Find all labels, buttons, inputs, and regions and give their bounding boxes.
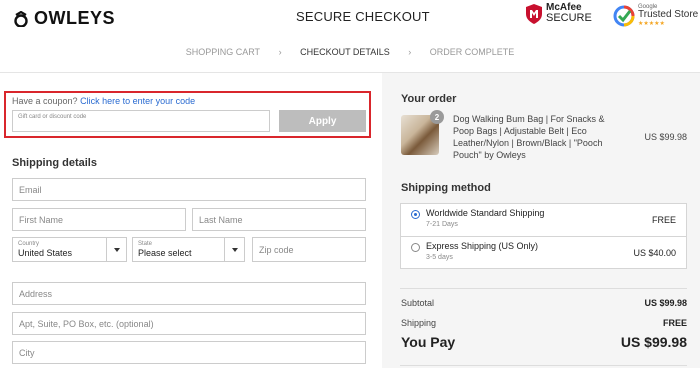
- apartment-field[interactable]: Apt, Suite, PO Box, etc. (optional): [12, 312, 366, 335]
- summary-bottom-divider: [400, 365, 687, 366]
- quantity-badge: 2: [430, 110, 444, 124]
- coupon-code-input[interactable]: Gift card or discount code: [12, 110, 270, 132]
- address-field[interactable]: Address: [12, 282, 366, 305]
- product-name: Dog Walking Bum Bag | For Snacks & Poop …: [453, 114, 605, 160]
- rating-stars: ★★★★★: [638, 21, 665, 27]
- your-order-title: Your order: [401, 93, 457, 105]
- trusted-store-label: Trusted Store: [638, 9, 699, 20]
- zip-code-field[interactable]: Zip code: [252, 237, 366, 262]
- coupon-prompt-line: Have a coupon? Click here to enter your …: [12, 96, 195, 106]
- shipping-options: Worldwide Standard Shipping 7-21 Days FR…: [400, 203, 687, 269]
- shipping-option-express[interactable]: Express Shipping (US Only) 3-5 days US $…: [401, 236, 686, 269]
- state-select[interactable]: State Please select: [132, 237, 245, 262]
- shipping-option-standard[interactable]: Worldwide Standard Shipping 7-21 Days FR…: [401, 204, 686, 237]
- mcafee-secure-label: SECURE: [546, 12, 592, 24]
- first-name-field[interactable]: First Name: [12, 208, 186, 231]
- shipping-option-name: Worldwide Standard Shipping: [426, 208, 545, 218]
- checkout-form: Have a coupon? Click here to enter your …: [0, 73, 382, 368]
- shipping-option-days: 7-21 Days: [426, 221, 458, 228]
- summary-divider: [400, 288, 687, 289]
- page-title: SECURE CHECKOUT: [296, 9, 430, 24]
- product-thumbnail: 2: [401, 110, 444, 155]
- radio-unselected-icon[interactable]: [411, 243, 420, 252]
- shipping-details-title: Shipping details: [12, 157, 97, 169]
- coupon-link[interactable]: Click here to enter your code: [80, 96, 195, 106]
- chevron-down-icon: [224, 238, 244, 261]
- product-price: US $99.98: [644, 132, 687, 142]
- owleys-logo-icon: [14, 10, 28, 27]
- shipping-label: Shipping: [401, 318, 437, 328]
- subtotal-row: Subtotal US $99.98: [401, 298, 687, 308]
- chevron-right-icon: ›: [278, 47, 282, 57]
- shipping-method-title: Shipping method: [401, 182, 491, 194]
- apply-coupon-button[interactable]: Apply: [279, 110, 366, 132]
- logo-text: OWLEYS: [34, 8, 116, 28]
- coupon-prompt: Have a coupon?: [12, 96, 78, 106]
- city-field[interactable]: City: [12, 341, 366, 364]
- coupon-box: Have a coupon? Click here to enter your …: [4, 91, 371, 138]
- step-shopping-cart[interactable]: SHOPPING CART: [186, 47, 260, 57]
- header: OWLEYS SECURE CHECKOUT McAfee SECURE Goo…: [0, 0, 700, 38]
- shipping-value: FREE: [662, 318, 687, 328]
- last-name-field[interactable]: Last Name: [192, 208, 366, 231]
- order-summary-panel: Your order 2 Dog Walking Bum Bag | For S…: [382, 73, 700, 368]
- shipping-row: Shipping FREE: [401, 318, 687, 328]
- step-checkout-details: CHECKOUT DETAILS: [300, 47, 390, 57]
- shipping-option-name: Express Shipping (US Only): [426, 241, 539, 251]
- chevron-down-icon: [106, 238, 126, 261]
- mcafee-badge: McAfee SECURE: [526, 3, 592, 24]
- step-order-complete: ORDER COMPLETE: [429, 47, 515, 57]
- total-row: You Pay US $99.98: [401, 334, 687, 350]
- shipping-option-price: FREE: [651, 215, 676, 225]
- checkmark-icon: [613, 5, 635, 26]
- total-label: You Pay: [401, 334, 456, 350]
- country-select[interactable]: Country United States: [12, 237, 127, 262]
- trusted-store-badge: Google Trusted Store ★★★★★: [613, 3, 698, 28]
- shipping-option-price: US $40.00: [633, 248, 676, 258]
- total-value: US $99.98: [620, 334, 687, 350]
- radio-selected-icon[interactable]: [411, 210, 420, 219]
- checkout-steps: SHOPPING CART › CHECKOUT DETAILS › ORDER…: [0, 47, 700, 57]
- owleys-logo[interactable]: OWLEYS: [12, 8, 115, 29]
- shield-icon: [526, 3, 542, 24]
- email-field[interactable]: Email: [12, 178, 366, 201]
- shipping-option-days: 3-5 days: [426, 254, 453, 261]
- chevron-right-icon: ›: [408, 47, 412, 57]
- subtotal-label: Subtotal: [401, 298, 435, 308]
- subtotal-value: US $99.98: [644, 298, 687, 308]
